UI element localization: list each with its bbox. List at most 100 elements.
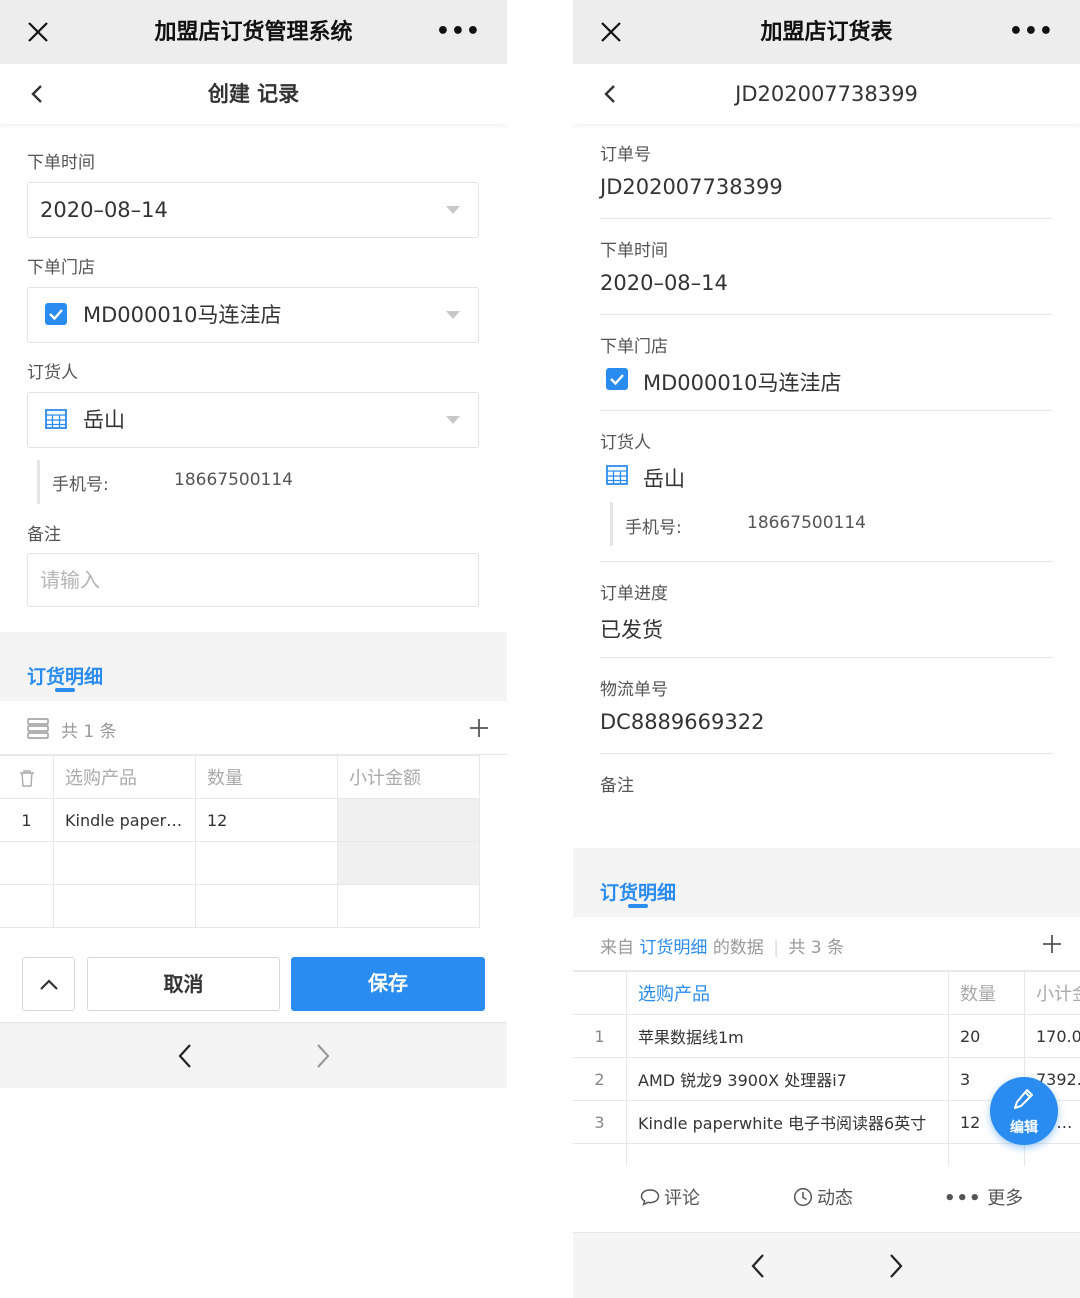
column-header-qty[interactable]: 数量 bbox=[948, 971, 1025, 1015]
delete-column-header[interactable] bbox=[0, 755, 54, 799]
column-header-subtotal[interactable]: 小计金 bbox=[1024, 971, 1080, 1015]
more-label: 更多 bbox=[987, 1188, 1024, 1209]
trash-icon[interactable] bbox=[19, 769, 35, 787]
detail-toolbar: 来自 订货明细 的数据 | 共 3 条 bbox=[573, 917, 1080, 971]
empty-cell bbox=[0, 884, 54, 928]
row-index: 3 bbox=[573, 1100, 627, 1144]
order-time-select[interactable]: 2020–08–14 bbox=[27, 182, 479, 238]
store-value: MD000010马连洼店 bbox=[643, 371, 842, 395]
record-action-bar: 评论 动态 ••• 更多 bbox=[573, 1166, 1080, 1232]
store-value: MD000010马连洼店 bbox=[83, 303, 282, 327]
row-product: Kindle paperwhite 电子书阅读器6英寸 bbox=[626, 1100, 949, 1144]
detail-section-header: 订货明细 bbox=[573, 848, 1080, 918]
progress-value: 已发货 bbox=[600, 618, 663, 642]
row-count: 共 3 条 bbox=[788, 938, 844, 958]
table-row[interactable]: 1 Kindle paper… 12 bbox=[0, 798, 480, 842]
store-label: 下单门店 bbox=[27, 258, 95, 278]
more-menu-icon[interactable]: ••• bbox=[1009, 21, 1054, 43]
browser-back-icon[interactable] bbox=[749, 1253, 769, 1279]
detail-table: 选购产品 数量 小计金额 1 Kindle paper… 12 bbox=[0, 755, 480, 928]
detail-toolbar: 共 1 条 bbox=[0, 701, 507, 755]
add-row-icon[interactable] bbox=[1042, 934, 1062, 954]
edit-label: 编辑 bbox=[1010, 1120, 1038, 1136]
browser-nav-bar bbox=[573, 1232, 1080, 1298]
cancel-button[interactable]: 取消 bbox=[87, 957, 280, 1011]
source-prefix: 来自 bbox=[600, 938, 634, 958]
table-header-row: 选购产品 数量 小计金额 bbox=[0, 755, 480, 799]
create-record-screen: 加盟店订货管理系统 ••• 创建 记录 下单时间 2020–08–14 下单门店… bbox=[0, 0, 507, 1298]
empty-cell bbox=[195, 884, 338, 928]
list-icon bbox=[27, 718, 49, 739]
detail-section-header: 订货明细 bbox=[0, 632, 507, 702]
empty-cell bbox=[337, 884, 480, 928]
page-header: JD202007738399 bbox=[573, 64, 1080, 124]
app-title: 加盟店订货管理系统 bbox=[154, 20, 353, 45]
tab-active-indicator bbox=[628, 904, 648, 908]
remark-input[interactable]: 请输入 bbox=[27, 553, 479, 607]
tab-order-detail[interactable]: 订货明细 bbox=[600, 878, 676, 905]
dropdown-arrow-icon bbox=[446, 416, 460, 424]
source-link[interactable]: 订货明细 bbox=[639, 938, 707, 958]
browser-forward-icon[interactable] bbox=[312, 1043, 332, 1069]
browser-nav-bar bbox=[0, 1022, 507, 1088]
more-menu-icon[interactable]: ••• bbox=[436, 21, 481, 43]
logistics-label: 物流单号 bbox=[600, 680, 668, 700]
row-qty[interactable]: 12 bbox=[195, 798, 338, 842]
tab-active-indicator bbox=[55, 688, 75, 692]
row-product[interactable]: Kindle paper… bbox=[53, 798, 196, 842]
store-label: 下单门店 bbox=[600, 337, 668, 357]
comment-icon bbox=[640, 1189, 660, 1206]
column-header-product[interactable]: 选购产品 bbox=[626, 971, 949, 1015]
browser-back-icon[interactable] bbox=[176, 1043, 196, 1069]
table-icon bbox=[45, 409, 67, 429]
column-header-qty: 数量 bbox=[195, 755, 338, 799]
collapse-button[interactable] bbox=[22, 957, 75, 1011]
remark-label: 备注 bbox=[27, 525, 61, 545]
order-no-label: 订单号 bbox=[600, 145, 651, 165]
column-header-product: 选购产品 bbox=[53, 755, 196, 799]
row-index: 2 bbox=[573, 1057, 627, 1101]
wechat-title-bar: 加盟店订货管理系统 ••• bbox=[0, 0, 507, 64]
orderer-value[interactable]: 岳山 bbox=[643, 463, 685, 493]
row-subtotal: 170.00 bbox=[1024, 1014, 1080, 1058]
dropdown-arrow-icon bbox=[446, 206, 460, 214]
table-row[interactable]: 1 苹果数据线1m 20 170.00 bbox=[573, 1014, 1080, 1058]
table-header-row: 选购产品 数量 小计金 bbox=[573, 971, 1080, 1015]
remark-placeholder: 请输入 bbox=[40, 568, 100, 592]
orderer-value: 岳山 bbox=[83, 408, 125, 432]
order-detail-screen: 加盟店订货表 ••• JD202007738399 订单号 JD20200773… bbox=[573, 0, 1080, 1298]
app-title: 加盟店订货表 bbox=[760, 20, 893, 45]
linked-field-bar bbox=[610, 502, 613, 546]
chevron-up-icon bbox=[40, 979, 58, 990]
phone-label: 手机号: bbox=[625, 518, 682, 538]
checkbox-checked-icon bbox=[45, 303, 67, 325]
tab-order-detail[interactable]: 订货明细 bbox=[27, 662, 103, 689]
logistics-value: DC8889669322 bbox=[600, 710, 765, 734]
phone-label: 手机号: bbox=[52, 475, 109, 495]
detail-table: 选购产品 数量 小计金 1 苹果数据线1m 20 170.00 2 AMD 锐龙… bbox=[573, 971, 1080, 1187]
divider bbox=[600, 218, 1053, 219]
row-product: 苹果数据线1m bbox=[626, 1014, 949, 1058]
empty-cell bbox=[0, 841, 54, 885]
order-time-value: 2020–08–14 bbox=[40, 198, 168, 222]
add-row-icon[interactable] bbox=[469, 718, 489, 738]
activity-label: 动态 bbox=[817, 1188, 853, 1209]
page-header: 创建 记录 bbox=[0, 64, 507, 124]
activity-button[interactable]: 动态 bbox=[793, 1166, 853, 1232]
comment-label: 评论 bbox=[664, 1188, 700, 1209]
edit-fab-button[interactable]: 编辑 bbox=[990, 1077, 1058, 1145]
save-button[interactable]: 保存 bbox=[291, 957, 485, 1011]
orderer-label: 订货人 bbox=[600, 433, 651, 453]
store-select[interactable]: MD000010马连洼店 bbox=[27, 287, 479, 343]
more-button[interactable]: ••• 更多 bbox=[944, 1166, 1023, 1232]
order-time-label: 下单时间 bbox=[600, 241, 668, 261]
row-count: 共 1 条 bbox=[61, 722, 117, 742]
browser-forward-icon[interactable] bbox=[885, 1253, 905, 1279]
divider bbox=[600, 410, 1053, 411]
comment-button[interactable]: 评论 bbox=[640, 1166, 700, 1232]
orderer-select[interactable]: 岳山 bbox=[27, 392, 479, 448]
separator: | bbox=[773, 938, 779, 958]
table-row-empty bbox=[0, 841, 480, 885]
table-row-empty bbox=[0, 884, 480, 928]
order-no-value: JD202007738399 bbox=[600, 175, 783, 199]
